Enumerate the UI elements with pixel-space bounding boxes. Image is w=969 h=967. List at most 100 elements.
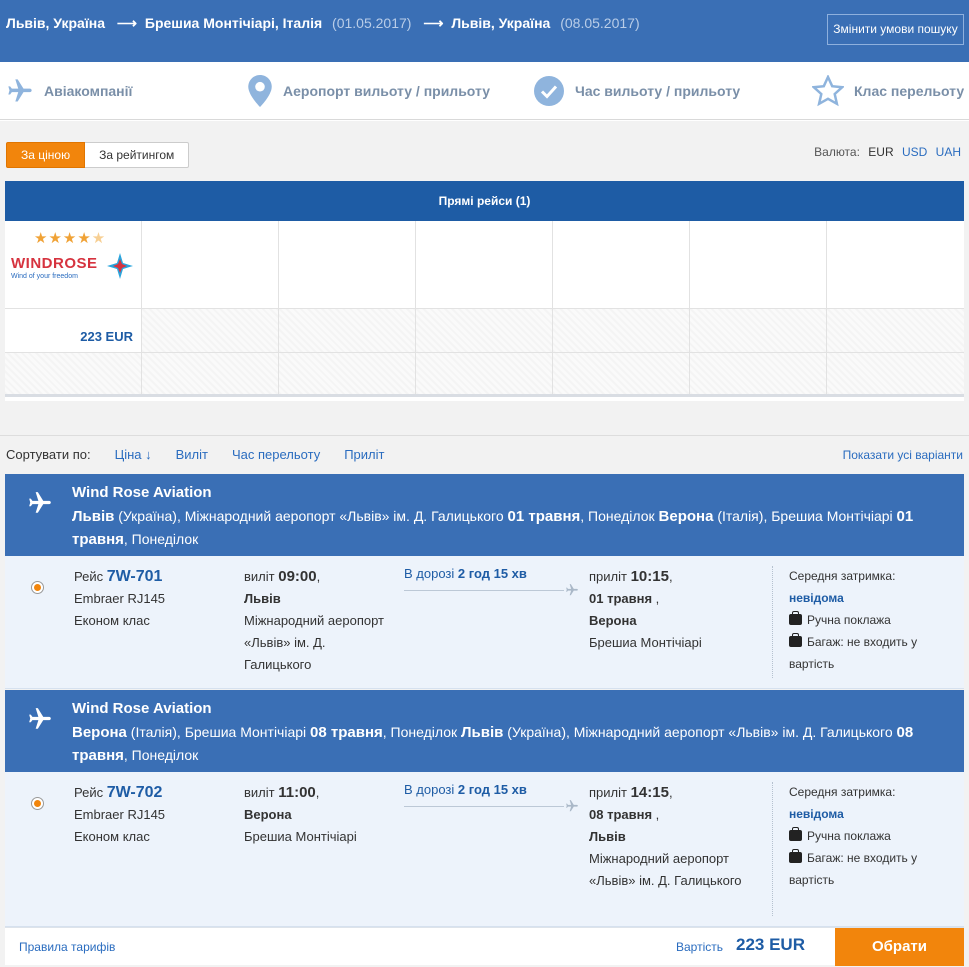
matrix-cell (553, 221, 690, 308)
aircraft: Embraer RJ145 (74, 807, 166, 822)
dep-label: виліт (244, 785, 275, 800)
route-to-airport: , Брешиа Монтічіарі (763, 508, 893, 524)
logo-text: WINDROSE (11, 255, 98, 272)
filter-label: Авіакомпанії (44, 83, 133, 99)
check-circle-icon (534, 76, 564, 106)
route-from-date: 01 травня (507, 508, 581, 525)
cabin-class: Економ клас (74, 613, 150, 628)
filter-bar: Авіакомпанії Аеропорт вильоту / прильоту… (0, 62, 969, 120)
filter-airports[interactable]: Аеропорт вильоту / прильоту (247, 62, 490, 120)
route-summary: Львів, Україна ⟶ Брешиа Монтічіарі, Італ… (6, 15, 640, 32)
departure-info: виліт 11:00, Верона Брешиа Монтічіарі (244, 782, 394, 848)
duration-info: В дорозі 2 год 15 хв (404, 782, 580, 812)
rating-stars: ★★★★★ (34, 229, 106, 247)
price-matrix: Прямі рейси (1) ★★★★★ WINDROSE Wind of y… (5, 181, 964, 401)
matrix-title: Прямі рейси (1) (5, 181, 964, 221)
matrix-cell (690, 221, 827, 308)
filter-time[interactable]: Час вильоту / прильоту (533, 62, 740, 120)
route-from-country: (Італія) (130, 724, 177, 740)
dep-city: Львів (244, 591, 281, 606)
currency-eur[interactable]: EUR (868, 145, 893, 159)
matrix-cell (142, 309, 279, 352)
route-from-date: 08 травня (310, 724, 383, 741)
currency-label: Валюта: (814, 145, 860, 159)
arr-date: 08 травня (589, 807, 653, 822)
route-from-airport: , Міжнародний аеропорт «Львів» ім. Д. Га… (176, 508, 504, 524)
filter-class[interactable]: Клас перельоту (812, 62, 964, 120)
arr-label: приліт (589, 785, 627, 800)
matrix-cell (416, 353, 553, 394)
route-to-day: , Понеділок (123, 531, 199, 547)
airline-logo-cell[interactable]: ★★★★★ WINDROSE Wind of your freedom (5, 221, 142, 308)
tab-by-rating[interactable]: За рейтингом (85, 142, 190, 168)
segment-radio[interactable] (31, 581, 44, 594)
destination-city: Брешиа Монтічіарі, Італія (144, 15, 323, 31)
duration-label: В дорозі (404, 566, 455, 581)
airline-name: Wind Rose Aviation (72, 700, 212, 717)
arrow-icon: ⟶ (423, 15, 444, 31)
arr-airport: Міжнародний аеропорт «Львів» ім. Д. Гали… (589, 851, 742, 888)
filter-label: Клас перельоту (854, 83, 965, 99)
arr-date: 01 травня (589, 591, 653, 606)
segment-route: Львів (Україна), Міжнародний аеропорт «Л… (72, 505, 952, 551)
delay-info: Середня затримка: невідома Ручна поклажа… (789, 781, 959, 891)
plane-icon (8, 79, 32, 102)
filter-label: Час вильоту / прильоту (575, 83, 741, 99)
plane-icon (566, 584, 578, 596)
return-city: Львів, Україна (451, 15, 551, 31)
aircraft: Embraer RJ145 (74, 591, 166, 606)
matrix-airline-row: ★★★★★ WINDROSE Wind of your freedom (5, 221, 964, 309)
select-button[interactable]: Обрати (835, 928, 964, 966)
currency-uah[interactable]: UAH (936, 145, 961, 159)
matrix-cell (142, 221, 279, 308)
arr-airport: Брешиа Монтічіарі (589, 635, 702, 650)
arrow-icon: ⟶ (116, 15, 137, 31)
arr-time: 14:15 (630, 784, 669, 801)
arr-city: Львів (589, 829, 626, 844)
departure-info: виліт 09:00, Львів Міжнародний аеропорт … (244, 566, 394, 676)
route-from-city: Верона (72, 724, 127, 741)
filter-airlines[interactable]: Авіакомпанії (6, 62, 132, 120)
change-search-button[interactable]: Змінити умови пошуку (827, 14, 964, 45)
baggage-icon (789, 633, 802, 647)
filter-label: Аеропорт вильоту / прильоту (283, 83, 491, 99)
sort-departure-link[interactable]: Виліт (176, 447, 208, 462)
delay-label: Середня затримка: (789, 785, 896, 799)
hand-luggage: Ручна поклажа (807, 829, 891, 843)
show-all-link[interactable]: Показати усі варіанти (843, 448, 963, 462)
sort-duration-link[interactable]: Час перельоту (232, 447, 320, 462)
matrix-cell (690, 353, 827, 394)
arrival-info: приліт 14:15, 08 травня , Львів Міжнарод… (589, 782, 749, 892)
dep-time: 09:00 (278, 568, 317, 585)
stars-full: ★★★★ (34, 230, 92, 247)
dep-label: виліт (244, 569, 275, 584)
plane-icon (29, 492, 51, 513)
arr-city: Верона (589, 613, 637, 628)
currency-usd[interactable]: USD (902, 145, 927, 159)
fare-rules-link[interactable]: Правила тарифів (19, 940, 115, 954)
matrix-cell (827, 221, 964, 308)
matrix-cell (416, 309, 553, 352)
sort-arrival-link[interactable]: Приліт (344, 447, 384, 462)
sort-bar: Сортувати по: Ціна ↓ Виліт Час перельоту… (0, 435, 969, 473)
segment-radio[interactable] (31, 797, 44, 810)
dep-time: 11:00 (278, 784, 316, 801)
dep-airport: Брешиа Монтічіарі (244, 829, 357, 844)
matrix-price-row: 223 EUR (5, 309, 964, 353)
flight-info: Рейс 7W-702 Embraer RJ145 Економ клас (74, 782, 165, 848)
route-to-country: (Україна) (507, 724, 566, 740)
sort-price-link[interactable]: Ціна ↓ (115, 447, 152, 462)
tab-by-price[interactable]: За ціною (6, 142, 86, 168)
duration-info: В дорозі 2 год 15 хв (404, 566, 580, 596)
offer-footer: Правила тарифів Вартість 223 EUR Обрати (5, 927, 964, 966)
plane-icon (566, 800, 578, 812)
hand-luggage-icon (789, 827, 802, 841)
matrix-cell (5, 353, 142, 394)
segment-route: Верона (Італія), Брешиа Монтічіарі 08 тр… (72, 721, 952, 767)
matrix-cell (690, 309, 827, 352)
matrix-price[interactable]: 223 EUR (5, 309, 142, 352)
return-date: (08.05.2017) (560, 15, 640, 31)
divider (772, 566, 773, 678)
hand-luggage-icon (789, 611, 802, 625)
route-to-city: Верона (658, 508, 714, 525)
